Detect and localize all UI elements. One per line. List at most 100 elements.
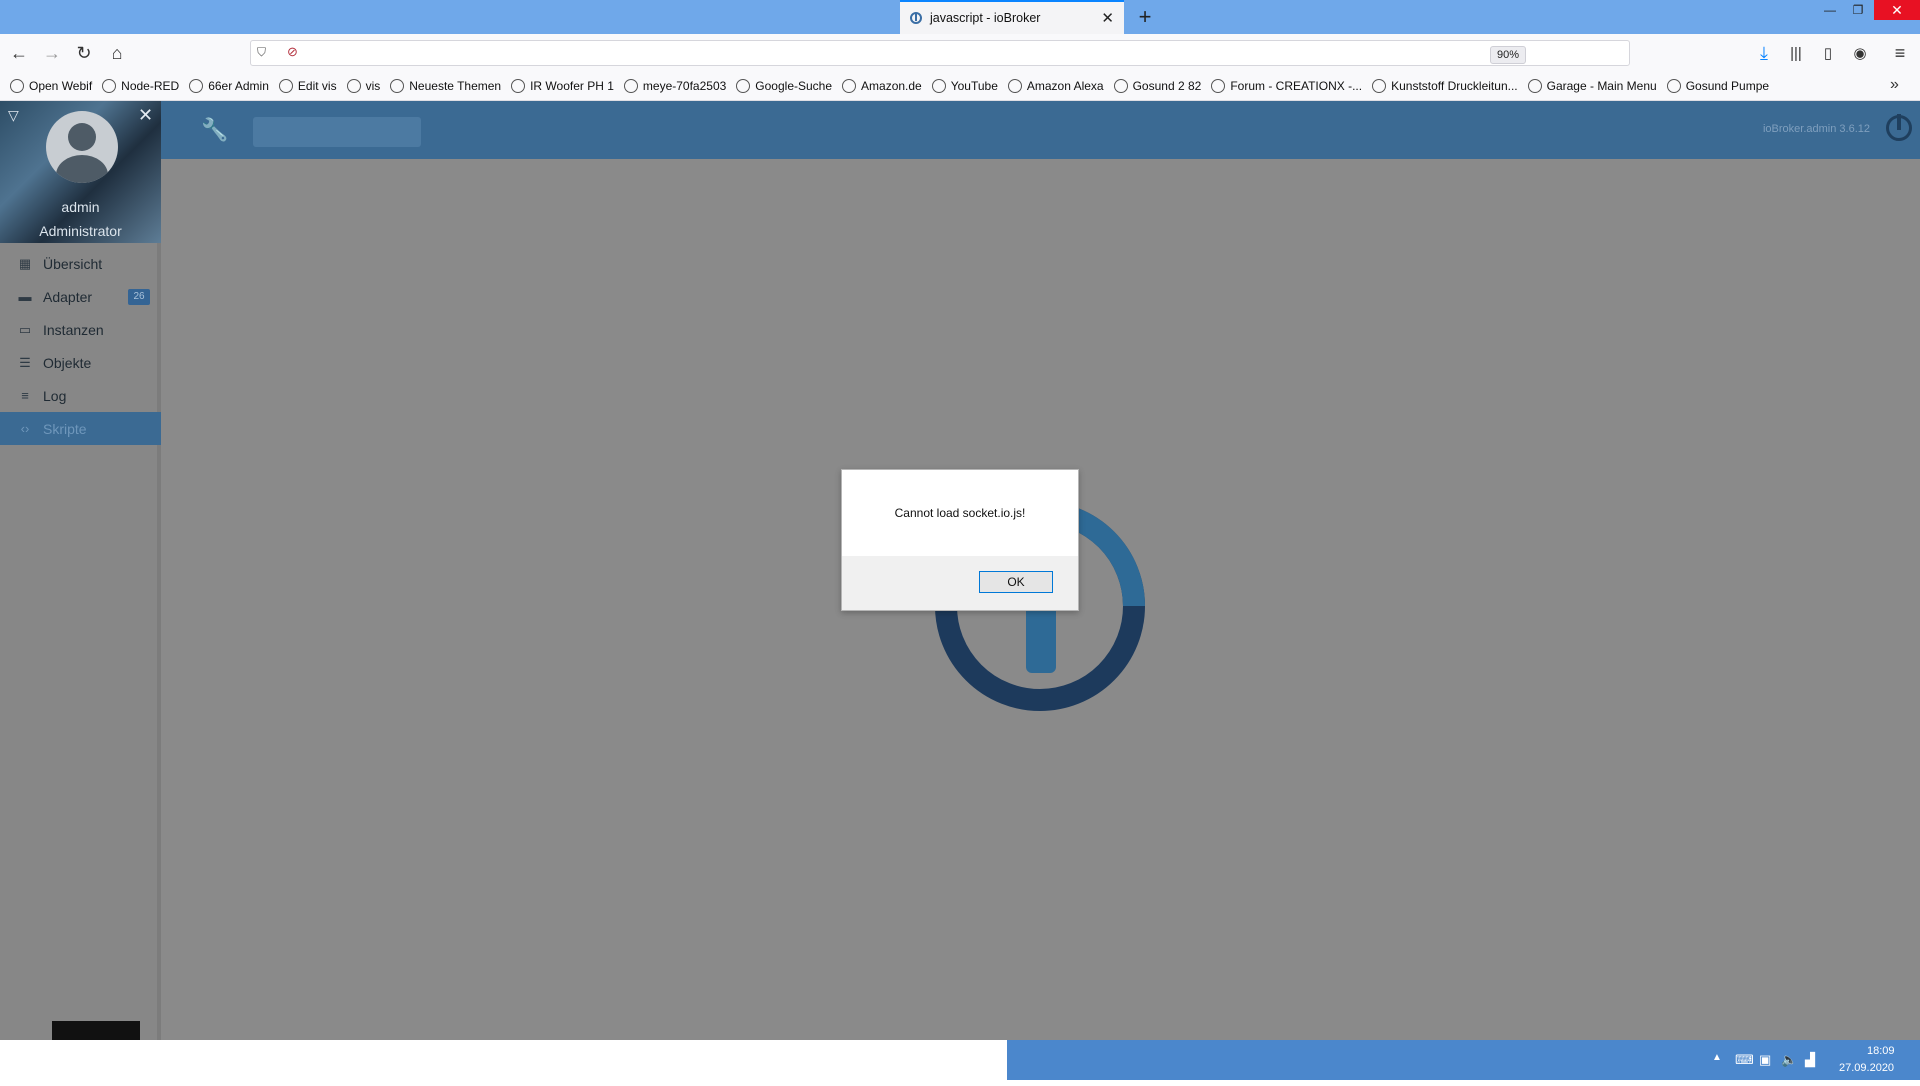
window-maximize-button[interactable]: ❐ bbox=[1844, 0, 1872, 20]
sidebar-item-adapter[interactable]: ▬ Adapter 26 bbox=[0, 280, 161, 313]
bookmark-label: YouTube bbox=[950, 79, 998, 93]
bookmark-item[interactable]: Amazon.de bbox=[842, 79, 922, 93]
globe-icon bbox=[1113, 79, 1128, 93]
user-role: Administrator bbox=[39, 223, 122, 239]
sidebar-item-log[interactable]: ≡ Log bbox=[0, 379, 161, 412]
bookmark-label: IR Woofer PH 1 bbox=[530, 79, 614, 93]
admin-version: ioBroker.admin 3.6.12 bbox=[1762, 123, 1870, 135]
network-icon[interactable]: ▟ bbox=[1805, 1052, 1815, 1068]
alexa-icon bbox=[1007, 79, 1022, 93]
user-profile: ▽ ✕ admin Administrator bbox=[0, 101, 161, 243]
bookmark-label: Forum - CREATIONX -... bbox=[1230, 79, 1363, 93]
camera-icon bbox=[623, 79, 638, 93]
bookmark-label: Neueste Themen bbox=[409, 79, 502, 93]
sidebar-close-icon[interactable]: ✕ bbox=[138, 105, 153, 126]
bookmark-item[interactable]: Garage - Main Menu bbox=[1527, 79, 1657, 93]
amazon-icon bbox=[842, 79, 857, 93]
hamburger-menu-icon[interactable]: ≡ bbox=[1886, 39, 1914, 67]
tray-expand-icon[interactable]: ▲ bbox=[1712, 1052, 1722, 1063]
star-icon bbox=[1372, 79, 1387, 93]
volume-icon[interactable]: 🔈 bbox=[1781, 1052, 1797, 1068]
bookmark-label: Gosund 2 82 bbox=[1132, 79, 1202, 93]
bookmark-item[interactable]: Google-Suche bbox=[736, 79, 832, 93]
bookmark-item[interactable]: Edit vis bbox=[278, 79, 337, 93]
sidebar-item-objekte[interactable]: ☰ Objekte bbox=[0, 346, 161, 379]
bookmark-item[interactable]: meye-70fa2503 bbox=[623, 79, 726, 93]
bookmark-item[interactable]: vis bbox=[346, 79, 381, 93]
browser-tab[interactable]: javascript - ioBroker ✕ bbox=[900, 0, 1124, 34]
ok-button[interactable]: OK bbox=[979, 571, 1053, 593]
iobroker-app: 🔧 ioBroker.admin 3.6.12 ▽ ✕ admin Admini… bbox=[0, 101, 1920, 1040]
bookmark-label: Google-Suche bbox=[755, 79, 833, 93]
zoom-level-badge[interactable]: 90% bbox=[1490, 46, 1527, 64]
bookmark-item[interactable]: Gosund Pumpe bbox=[1666, 79, 1769, 93]
sidebar-item-instanzen[interactable]: ▭ Instanzen bbox=[0, 313, 161, 346]
bookmark-label: Node-RED bbox=[121, 79, 180, 93]
bookmark-item[interactable]: IR Woofer PH 1 bbox=[511, 79, 614, 93]
vis-icon bbox=[346, 79, 361, 93]
sidebar-item-label: Objekte bbox=[43, 354, 92, 371]
clock-time[interactable]: 18:09 bbox=[1867, 1045, 1895, 1057]
window-minimize-button[interactable]: — bbox=[1816, 0, 1844, 20]
sidebar-item-label: Übersicht bbox=[43, 255, 103, 272]
bookmark-label: Edit vis bbox=[297, 79, 337, 93]
avatar bbox=[46, 111, 118, 183]
back-icon[interactable]: ← bbox=[5, 39, 33, 67]
clock-date[interactable]: 27.09.2020 bbox=[1839, 1062, 1894, 1074]
user-name: admin bbox=[61, 199, 100, 215]
taskbar-empty-area bbox=[0, 1040, 1007, 1086]
store-icon: ▬ bbox=[18, 289, 32, 304]
bookmark-label: vis bbox=[365, 79, 381, 93]
vis-icon bbox=[278, 79, 293, 93]
iobroker-favicon-icon bbox=[910, 12, 922, 24]
dialog-message: Cannot load socket.io.js! bbox=[894, 506, 1026, 520]
tab-close-icon[interactable]: ✕ bbox=[1101, 9, 1114, 27]
library-icon[interactable]: ||| bbox=[1782, 39, 1810, 67]
tray-keyboard-icon[interactable]: ⌨ bbox=[1735, 1052, 1754, 1068]
bookmark-item[interactable]: Forum - CREATIONX -... bbox=[1211, 79, 1362, 93]
bookmarks-overflow-icon[interactable]: » bbox=[1890, 76, 1899, 94]
window-close-button[interactable]: ✕ bbox=[1874, 0, 1920, 20]
forward-icon[interactable]: → bbox=[38, 39, 66, 67]
sidebar-item-label: Instanzen bbox=[43, 321, 104, 338]
wrench-icon[interactable]: 🔧 bbox=[201, 117, 228, 143]
bookmark-item[interactable]: 66er Admin bbox=[189, 79, 269, 93]
sidebar-item-uebersicht[interactable]: ▦ Übersicht bbox=[0, 247, 161, 280]
new-tab-button[interactable]: + bbox=[1130, 2, 1160, 32]
bookmarks-toolbar: Open Webif Node-RED 66er Admin Edit vis vis N… bbox=[0, 72, 1920, 101]
bookmark-item[interactable]: Amazon Alexa bbox=[1007, 79, 1104, 93]
globe-icon bbox=[189, 79, 204, 93]
webif-icon bbox=[10, 79, 24, 93]
bookmark-item[interactable]: Neueste Themen bbox=[390, 79, 501, 93]
instances-icon: ▭ bbox=[18, 321, 32, 337]
log-icon: ≡ bbox=[21, 388, 29, 403]
bookmark-item[interactable]: Gosund 2 82 bbox=[1113, 79, 1202, 93]
alert-dialog: Cannot load socket.io.js! OK bbox=[841, 469, 1079, 611]
home-icon[interactable]: ⌂ bbox=[103, 39, 131, 67]
bookmark-item[interactable]: Kunststoff Druckleitun... bbox=[1372, 79, 1518, 93]
insecure-connection-icon[interactable]: ⊘ bbox=[287, 44, 298, 60]
code-icon: ‹› bbox=[20, 421, 30, 436]
bookmark-item[interactable]: YouTube bbox=[931, 79, 998, 93]
bookmark-item[interactable]: Node-RED bbox=[102, 79, 179, 93]
globe-icon bbox=[511, 79, 526, 93]
bookmark-item[interactable]: Open Webif bbox=[10, 79, 92, 93]
url-bar[interactable]: ⛉ ⊘ bbox=[250, 40, 1630, 66]
youtube-icon bbox=[931, 79, 946, 93]
account-icon[interactable]: ◉ bbox=[1846, 39, 1874, 67]
menu-toggle-icon[interactable]: ▽ bbox=[8, 107, 19, 124]
adapter-count-badge: 26 bbox=[128, 289, 150, 305]
host-selector[interactable] bbox=[253, 117, 421, 147]
app-header: 🔧 ioBroker.admin 3.6.12 bbox=[161, 101, 1920, 159]
downloads-icon[interactable]: ⤓ bbox=[1750, 39, 1778, 67]
google-icon bbox=[736, 79, 751, 93]
forum-icon bbox=[1211, 79, 1226, 93]
tab-title: javascript - ioBroker bbox=[930, 11, 1041, 25]
sidebar-footer-logo bbox=[52, 1021, 140, 1040]
reload-icon[interactable]: ↻ bbox=[70, 39, 98, 67]
tray-device-icon[interactable]: ▣ bbox=[1759, 1052, 1771, 1068]
sidebar-item-skripte[interactable]: ‹› Skripte bbox=[0, 412, 161, 445]
shield-icon[interactable]: ⛉ bbox=[257, 45, 266, 60]
sidebar-toggle-icon[interactable]: ▯ bbox=[1814, 39, 1842, 67]
bookmark-label: Open Webif bbox=[29, 79, 93, 93]
